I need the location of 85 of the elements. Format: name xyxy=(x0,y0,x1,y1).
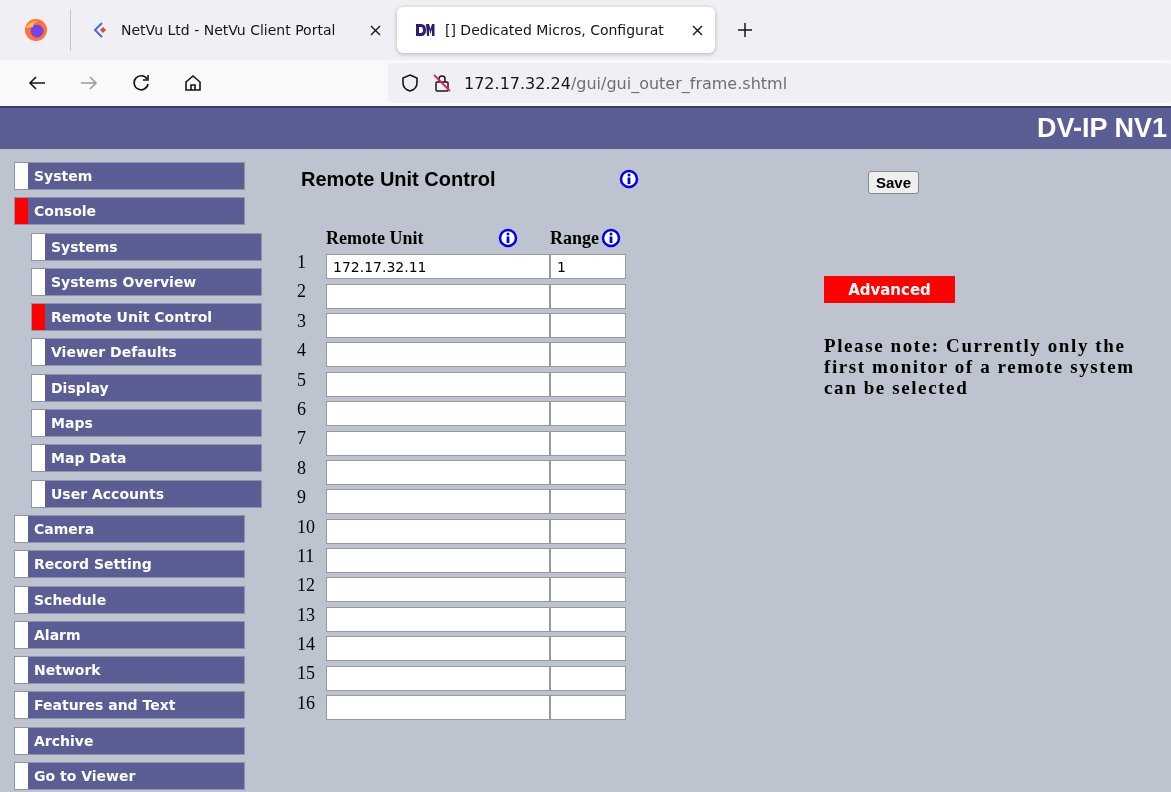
note-text: Please note: Currently only the first monitor of a remote system can be selected xyxy=(824,335,1136,398)
row-number: 10 xyxy=(297,516,315,537)
row-number: 14 xyxy=(297,634,315,655)
column-header: Range xyxy=(550,227,599,249)
sidebar-item[interactable]: Schedule xyxy=(14,585,245,614)
column-header: Remote Unit xyxy=(326,227,424,249)
save-button[interactable]: Save xyxy=(868,171,920,194)
close-icon[interactable] xyxy=(692,24,703,36)
range-field[interactable] xyxy=(550,548,626,574)
advanced-button[interactable]: Advanced xyxy=(824,276,955,303)
range-field[interactable] xyxy=(550,401,626,427)
remote-unit-field[interactable] xyxy=(326,665,550,691)
range-field[interactable] xyxy=(550,430,626,456)
remote-unit-field[interactable] xyxy=(326,459,550,485)
shield-icon[interactable] xyxy=(400,73,420,93)
sidebar-item[interactable]: User Accounts xyxy=(31,479,262,508)
row-number: 7 xyxy=(297,428,306,449)
remote-unit-field[interactable] xyxy=(326,695,550,721)
remote-unit-field[interactable] xyxy=(326,489,550,515)
device-title: DV-IP NV1 xyxy=(1036,113,1168,144)
sidebar-item[interactable]: Systems Overview xyxy=(31,267,262,296)
info-icon[interactable] xyxy=(601,228,621,248)
remote-unit-field[interactable] xyxy=(326,312,550,338)
range-field[interactable] xyxy=(550,665,626,691)
range-field[interactable] xyxy=(550,606,626,632)
info-icon[interactable] xyxy=(619,169,639,189)
browser-tab[interactable]: NetVu Ltd - NetVu Client Portal xyxy=(75,7,393,53)
range-field[interactable] xyxy=(550,636,626,662)
row-number: 15 xyxy=(297,663,315,684)
row-number: 3 xyxy=(297,310,306,331)
row-number: 12 xyxy=(297,575,315,596)
row-number: 11 xyxy=(297,545,315,566)
range-field[interactable] xyxy=(550,489,626,515)
sidebar-item[interactable]: Network xyxy=(14,656,245,685)
sidebar-item[interactable]: Remote Unit Control xyxy=(31,303,262,332)
remote-unit-field[interactable] xyxy=(326,283,550,309)
sidebar-item[interactable]: Console xyxy=(14,197,245,226)
range-field[interactable] xyxy=(550,283,626,309)
sidebar-item[interactable]: Alarm xyxy=(14,620,245,649)
sidebar-item[interactable]: System xyxy=(14,162,245,190)
sidebar-item[interactable]: Map Data xyxy=(31,444,262,473)
sidebar-item[interactable]: Maps xyxy=(31,409,262,438)
row-number: 4 xyxy=(297,340,306,361)
row-number: 5 xyxy=(297,369,306,390)
sidebar-item[interactable]: Systems xyxy=(31,232,262,261)
dm-logo-icon xyxy=(415,23,435,37)
range-field[interactable] xyxy=(550,312,626,338)
page-title: Remote Unit Control xyxy=(301,167,497,191)
row-number: 1 xyxy=(297,252,306,272)
remote-unit-field[interactable] xyxy=(326,518,550,544)
sidebar-item[interactable]: Features and Text xyxy=(14,691,245,720)
close-icon[interactable] xyxy=(370,24,381,36)
range-field[interactable] xyxy=(550,577,626,603)
sidebar-item[interactable]: Archive xyxy=(14,726,245,755)
sidebar-item[interactable]: Display xyxy=(31,373,262,402)
sidebar-item[interactable]: Go to Viewer xyxy=(14,762,245,791)
insecure-lock-icon[interactable] xyxy=(432,73,452,93)
info-icon[interactable] xyxy=(498,228,518,248)
remote-unit-field[interactable] xyxy=(326,371,550,397)
row-number: 9 xyxy=(297,487,306,508)
range-field[interactable] xyxy=(550,342,626,368)
range-field[interactable] xyxy=(550,459,626,485)
row-number: 13 xyxy=(297,604,315,625)
range-field[interactable] xyxy=(550,518,626,544)
row-number: 16 xyxy=(297,692,315,713)
remote-unit-field[interactable] xyxy=(326,342,550,368)
sidebar-item[interactable]: Record Setting xyxy=(14,550,245,579)
range-field[interactable] xyxy=(550,371,626,397)
browser-tab[interactable]: [] Dedicated Micros, Configurat xyxy=(397,7,715,53)
remote-unit-field[interactable] xyxy=(326,636,550,662)
browser-logo-icon[interactable] xyxy=(24,18,48,42)
remote-unit-field[interactable] xyxy=(326,577,550,603)
remote-unit-field[interactable] xyxy=(326,430,550,456)
remote-unit-field[interactable]: 172.17.32.11 xyxy=(326,254,550,280)
sidebar-item[interactable]: Viewer Defaults xyxy=(31,338,262,367)
remote-unit-field[interactable] xyxy=(326,548,550,574)
remote-unit-field[interactable] xyxy=(326,606,550,632)
remote-unit-field[interactable] xyxy=(326,401,550,427)
new-tab-icon[interactable] xyxy=(737,22,753,38)
row-number: 2 xyxy=(297,281,306,302)
row-number: 8 xyxy=(297,457,306,478)
range-field[interactable]: 1 xyxy=(550,254,626,280)
range-field[interactable] xyxy=(550,695,626,721)
sidebar-item[interactable]: Camera xyxy=(14,514,245,543)
row-number: 6 xyxy=(297,398,306,419)
